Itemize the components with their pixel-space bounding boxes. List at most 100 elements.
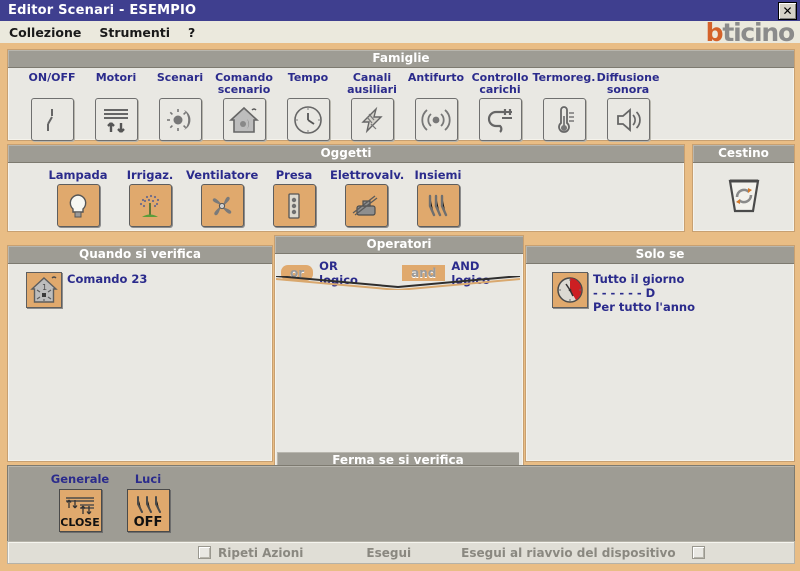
family-item-diffusione-sonora[interactable]: Diffusione sonora <box>596 71 660 141</box>
menu-item-help[interactable]: ? <box>179 25 204 40</box>
cestino-title: Cestino <box>693 145 794 163</box>
esegui-riavvio-checkbox[interactable] <box>691 546 705 559</box>
condition-entry-label: Comando 23 <box>67 272 148 286</box>
family-label-comando-scenario: Comando scenario <box>215 71 273 96</box>
solo-se-panel: Solo se Tutto il giorno - - - - - - D Pe… <box>525 245 795 462</box>
lightbulb-icon[interactable] <box>56 184 100 227</box>
solo-se-dropzone[interactable]: Tutto il giorno - - - - - - D Per tutto … <box>526 264 794 314</box>
operatori-dropzone[interactable] <box>277 290 519 451</box>
object-label-ventilatore: Ventilatore <box>186 168 259 182</box>
menu-item-strumenti[interactable]: Strumenti <box>90 25 179 40</box>
menu-item-collezione[interactable]: Collezione <box>0 25 90 40</box>
trash-recycle-icon[interactable] <box>721 171 767 217</box>
azioni-items: Generale CLOSE Luci OFF <box>8 466 794 532</box>
clock-icon[interactable] <box>286 98 330 141</box>
bottom-status-bar: Ripeti Azioni Esegui Esegui al riavvio d… <box>7 541 795 564</box>
oggetti-items: Lampada Irrigaz. Ventilatore Presa Elett… <box>8 163 684 227</box>
operatori-panel: Operatori or OR logico and AND logico Fe… <box>274 235 524 472</box>
action-label-generale: Generale <box>50 472 110 486</box>
oggetti-panel: Oggetti Lampada Irrigaz. Ventilatore Pre… <box>7 144 685 232</box>
action-item-luci[interactable]: Luci OFF <box>114 473 182 532</box>
esegui-button[interactable]: Esegui <box>366 546 411 560</box>
object-item-lampada[interactable]: Lampada <box>42 169 114 227</box>
object-label-presa: Presa <box>275 168 313 182</box>
operatori-separator <box>276 276 520 290</box>
family-item-onoff[interactable]: ON/OFF <box>20 71 84 141</box>
family-label-diffusione-sonora: Diffusione sonora <box>596 71 660 96</box>
window-title: Editor Scenari - ESEMPIO <box>8 3 197 18</box>
family-label-motori: Motori <box>95 71 137 84</box>
quando-si-verifica-dropzone[interactable]: 1 Comando 23 <box>8 264 272 308</box>
azioni-panel[interactable]: Generale CLOSE Luci OFF <box>7 465 795 546</box>
family-item-scenari[interactable]: Scenari <box>148 71 212 141</box>
famiglie-title: Famiglie <box>8 50 794 68</box>
house-scenario-icon[interactable] <box>222 98 266 141</box>
thermometer-icon[interactable] <box>542 98 586 141</box>
family-item-antifurto[interactable]: Antifurto <box>404 71 468 141</box>
object-item-presa[interactable]: Presa <box>258 169 330 227</box>
quando-si-verifica-title: Quando si verifica <box>8 246 272 264</box>
constraint-entry[interactable]: Tutto il giorno - - - - - - D Per tutto … <box>552 272 788 314</box>
constraint-line-2: - - - - - - D <box>593 286 656 300</box>
object-label-insiemi: Insiemi <box>414 168 462 182</box>
object-item-irrigaz[interactable]: Irrigaz. <box>114 169 186 227</box>
operatori-title: Operatori <box>275 236 523 254</box>
logo-b: b <box>705 18 724 47</box>
svg-text:CLOSE: CLOSE <box>61 516 99 529</box>
constraint-line-1: Tutto il giorno <box>593 272 685 286</box>
object-item-ventilatore[interactable]: Ventilatore <box>186 169 258 227</box>
family-label-onoff: ON/OFF <box>28 71 76 84</box>
clock-pie-icon[interactable] <box>552 272 588 308</box>
object-label-irrigaz: Irrigaz. <box>126 168 174 182</box>
family-item-canali-ausiliari[interactable]: Canali ausiliari <box>340 71 404 141</box>
family-label-tempo: Tempo <box>287 71 329 84</box>
svg-text:1: 1 <box>42 283 47 292</box>
groups-icon[interactable] <box>416 184 460 227</box>
alarm-waves-icon[interactable] <box>414 98 458 141</box>
condition-entry[interactable]: 1 Comando 23 <box>26 272 266 308</box>
solenoid-valve-icon[interactable] <box>344 184 388 227</box>
shutter-close-icon[interactable]: CLOSE <box>58 489 102 532</box>
house-command-icon[interactable]: 1 <box>26 272 62 308</box>
lights-off-icon[interactable]: OFF <box>126 489 170 532</box>
family-label-antifurto: Antifurto <box>407 71 465 84</box>
solo-se-title: Solo se <box>526 246 794 264</box>
lightning-icon[interactable] <box>350 98 394 141</box>
shutter-updown-icon[interactable] <box>94 98 138 141</box>
svg-text:OFF: OFF <box>134 515 163 530</box>
action-item-generale[interactable]: Generale CLOSE <box>46 473 114 532</box>
constraint-line-3: Per tutto l'anno <box>593 300 695 314</box>
fan-icon[interactable] <box>200 184 244 227</box>
family-label-canali-ausiliari: Canali ausiliari <box>347 71 397 96</box>
quando-si-verifica-panel: Quando si verifica 1 Comando 23 <box>7 245 273 462</box>
scenario-editor-window: Editor Scenari - ESEMPIO ✕ Collezione St… <box>0 0 800 571</box>
speaker-icon[interactable] <box>606 98 650 141</box>
family-label-termoreg: Termoreg. <box>532 71 596 84</box>
ripeti-azioni-label: Ripeti Azioni <box>218 545 304 560</box>
family-label-controllo-carichi: Controllo carichi <box>471 71 529 96</box>
menubar: Collezione Strumenti ? <box>0 21 800 43</box>
plug-icon[interactable] <box>478 98 522 141</box>
cestino-panel: Cestino <box>692 144 795 232</box>
constraint-entry-lines: Tutto il giorno - - - - - - D Per tutto … <box>593 272 695 314</box>
family-label-scenari: Scenari <box>156 71 204 84</box>
famiglie-items: ON/OFF Motori Scenari Comando scenario T… <box>8 68 794 141</box>
oggetti-title: Oggetti <box>8 145 684 163</box>
famiglie-panel: Famiglie ON/OFF Motori Scenari Comando s… <box>7 49 795 141</box>
family-item-controllo-carichi[interactable]: Controllo carichi <box>468 71 532 141</box>
family-item-tempo[interactable]: Tempo <box>276 71 340 141</box>
action-label-luci: Luci <box>134 472 162 486</box>
bticino-logo: bticino <box>705 18 796 47</box>
esegui-riavvio-label: Esegui al riavvio del dispositivo <box>461 545 676 560</box>
object-item-elettrovalv[interactable]: Elettrovalv. <box>330 169 404 227</box>
family-item-motori[interactable]: Motori <box>84 71 148 141</box>
logo-ticino: ticino <box>722 18 795 47</box>
sprinkler-icon[interactable] <box>128 184 172 227</box>
family-item-comando-scenario[interactable]: Comando scenario <box>212 71 276 141</box>
scenario-sun-icon[interactable] <box>158 98 202 141</box>
family-item-termoreg[interactable]: Termoreg. <box>532 71 596 141</box>
object-item-insiemi[interactable]: Insiemi <box>402 169 474 227</box>
switch-icon[interactable] <box>30 98 74 141</box>
socket-icon[interactable] <box>272 184 316 227</box>
ripeti-azioni-checkbox[interactable] <box>198 546 211 559</box>
